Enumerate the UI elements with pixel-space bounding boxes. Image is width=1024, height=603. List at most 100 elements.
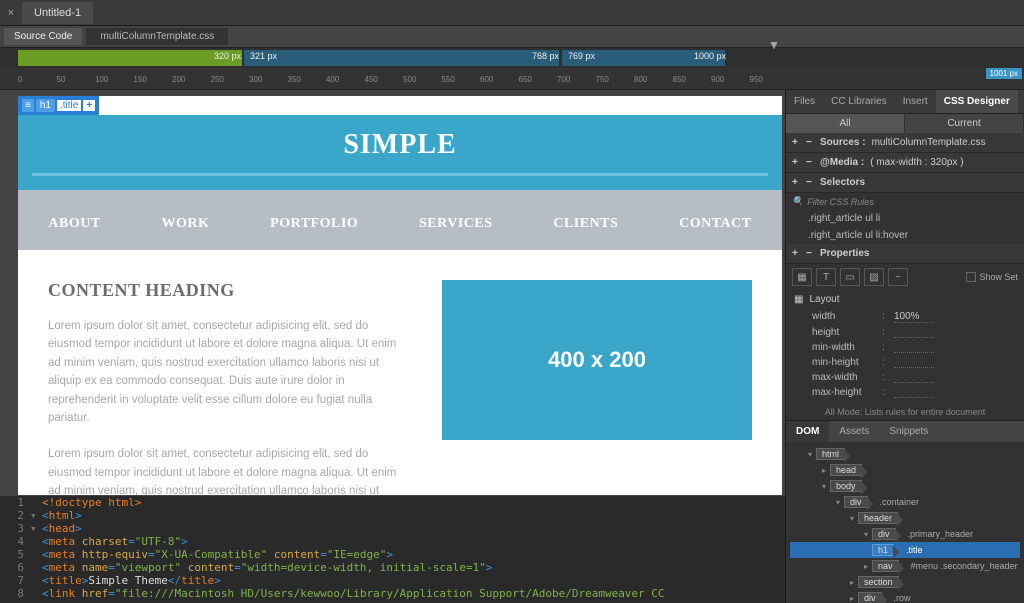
- nav-item[interactable]: PORTFOLIO: [270, 216, 358, 232]
- toggle-icon[interactable]: ▾: [818, 482, 830, 491]
- toggle-icon[interactable]: ▸: [818, 466, 830, 475]
- property-value[interactable]: [894, 342, 934, 353]
- toggle-icon[interactable]: ▾: [860, 530, 872, 539]
- property-value[interactable]: 100%: [894, 311, 934, 323]
- toggle-icon[interactable]: ▸: [860, 562, 872, 571]
- property-value[interactable]: [894, 387, 934, 398]
- selector-item[interactable]: .right_article ul li:hover: [786, 227, 1024, 244]
- dom-panel-tab[interactable]: Snippets: [879, 421, 938, 442]
- ruler-tick: 250: [211, 75, 224, 84]
- properties-section-header[interactable]: + − Properties: [786, 244, 1024, 264]
- source-code-button[interactable]: Source Code: [4, 28, 82, 45]
- remove-icon[interactable]: −: [806, 137, 820, 148]
- property-value[interactable]: [894, 357, 934, 368]
- more-category-icon[interactable]: −: [888, 268, 908, 286]
- dom-node[interactable]: +h1.title: [790, 542, 1020, 558]
- layout-section-head: ▦ Layout: [794, 294, 1016, 305]
- text-category-icon[interactable]: T: [816, 268, 836, 286]
- dom-node[interactable]: ▾body: [790, 478, 1020, 494]
- content-paragraph[interactable]: Lorem ipsum dolor sit amet, consectetur …: [48, 317, 412, 427]
- dom-class-label: #menu .secondary_header: [911, 561, 1018, 571]
- filter-icon[interactable]: ▼: [765, 26, 783, 64]
- nav-item[interactable]: ABOUT: [48, 216, 100, 232]
- ruler-tick: 700: [557, 75, 570, 84]
- add-icon[interactable]: +: [792, 177, 806, 188]
- property-value[interactable]: [894, 372, 934, 383]
- css-subtab[interactable]: All: [786, 114, 905, 133]
- content-heading[interactable]: CONTENT HEADING: [48, 280, 412, 301]
- ruler-tick: 900: [711, 75, 724, 84]
- media-section-header[interactable]: + − @Media : ( max-width : 320px ): [786, 153, 1024, 173]
- dom-tag-pill: head: [830, 464, 862, 476]
- media-query-bar[interactable]: 320 px 321 px 768 px 769 px 1000 px: [0, 48, 1024, 68]
- document-tab[interactable]: Untitled-1: [22, 2, 93, 24]
- toggle-icon[interactable]: ▾: [832, 498, 844, 507]
- property-row[interactable]: height:: [794, 325, 1016, 340]
- css-subtab[interactable]: Current: [905, 114, 1024, 133]
- filter-input[interactable]: Filter CSS Rules: [807, 197, 874, 207]
- remove-icon[interactable]: −: [806, 157, 820, 168]
- dom-node[interactable]: ▾html: [790, 446, 1020, 462]
- dom-node[interactable]: ▸section: [790, 574, 1020, 590]
- nav-item[interactable]: WORK: [161, 216, 209, 232]
- ruler-tick: 150: [134, 75, 147, 84]
- site-title[interactable]: SIMPLE: [32, 129, 768, 176]
- dom-node[interactable]: ▾div.container: [790, 494, 1020, 510]
- add-class-icon[interactable]: +: [83, 100, 95, 111]
- sources-value[interactable]: multiColumnTemplate.css: [872, 137, 986, 148]
- show-set-checkbox[interactable]: Show Set: [966, 272, 1018, 282]
- dom-node[interactable]: ▸div.row: [790, 590, 1020, 603]
- nav-item[interactable]: CLIENTS: [553, 216, 618, 232]
- mq-range-blue1[interactable]: [244, 50, 559, 66]
- dom-panel-tab[interactable]: Assets: [829, 421, 879, 442]
- dom-node[interactable]: ▸nav #menu .secondary_header: [790, 558, 1020, 574]
- dom-node[interactable]: ▾header: [790, 510, 1020, 526]
- code-view[interactable]: 1 <!doctype html> 2▾<html> 3▾<head> 4 <m…: [0, 495, 785, 603]
- mq-range-green[interactable]: [18, 50, 242, 66]
- sources-section-header[interactable]: + − Sources : multiColumnTemplate.css: [786, 133, 1024, 153]
- border-category-icon[interactable]: ▭: [840, 268, 860, 286]
- toggle-icon[interactable]: ▸: [846, 578, 858, 587]
- panel-tab[interactable]: Insert: [895, 90, 936, 113]
- property-value[interactable]: [894, 327, 934, 338]
- dom-class-label: .container: [880, 497, 920, 507]
- selectors-section-header[interactable]: + − Selectors: [786, 173, 1024, 193]
- add-icon[interactable]: +: [792, 157, 806, 168]
- ruler-tick: 100: [95, 75, 108, 84]
- dom-tag-pill: nav: [872, 560, 899, 572]
- placeholder-image[interactable]: 400 x 200: [442, 280, 752, 440]
- property-row[interactable]: max-height:: [794, 385, 1016, 400]
- nav-item[interactable]: SERVICES: [419, 216, 493, 232]
- dom-node[interactable]: ▾div.primary_header: [790, 526, 1020, 542]
- panel-tab[interactable]: CC Libraries: [823, 90, 895, 113]
- related-file-tab[interactable]: multiColumnTemplate.css: [86, 28, 228, 45]
- property-row[interactable]: min-width:: [794, 340, 1016, 355]
- selector-item[interactable]: .right_article ul li: [786, 210, 1024, 227]
- remove-icon[interactable]: −: [806, 248, 820, 259]
- dom-tag-pill: div: [858, 592, 882, 603]
- selected-tag: h1: [36, 99, 55, 112]
- property-row[interactable]: max-width:: [794, 370, 1016, 385]
- property-row[interactable]: min-height:: [794, 355, 1016, 370]
- nav-item[interactable]: CONTACT: [679, 216, 751, 232]
- dom-panel-tab[interactable]: DOM: [786, 421, 829, 442]
- panel-tab[interactable]: Files: [786, 90, 823, 113]
- add-icon[interactable]: +: [792, 248, 806, 259]
- layout-category-icon[interactable]: ▦: [792, 268, 812, 286]
- toggle-icon[interactable]: ▾: [804, 450, 816, 459]
- element-display[interactable]: ≡ h1 .title +: [18, 96, 99, 115]
- property-row[interactable]: width:100%: [794, 309, 1016, 325]
- hamburger-icon[interactable]: ≡: [22, 99, 34, 112]
- panel-tab[interactable]: CSS Designer: [936, 90, 1018, 113]
- remove-icon[interactable]: −: [806, 177, 820, 188]
- add-icon[interactable]: +: [792, 137, 806, 148]
- dom-node[interactable]: ▸head: [790, 462, 1020, 478]
- toggle-icon[interactable]: ▸: [846, 594, 858, 603]
- dom-tag-pill: body: [830, 480, 862, 492]
- background-category-icon[interactable]: ▨: [864, 268, 884, 286]
- media-value[interactable]: ( max-width : 320px ): [870, 157, 963, 168]
- close-icon[interactable]: ×: [0, 7, 22, 19]
- toggle-icon[interactable]: ▾: [846, 514, 858, 523]
- preview-header[interactable]: SIMPLE: [18, 115, 782, 190]
- dom-tag-pill: h1: [872, 544, 894, 556]
